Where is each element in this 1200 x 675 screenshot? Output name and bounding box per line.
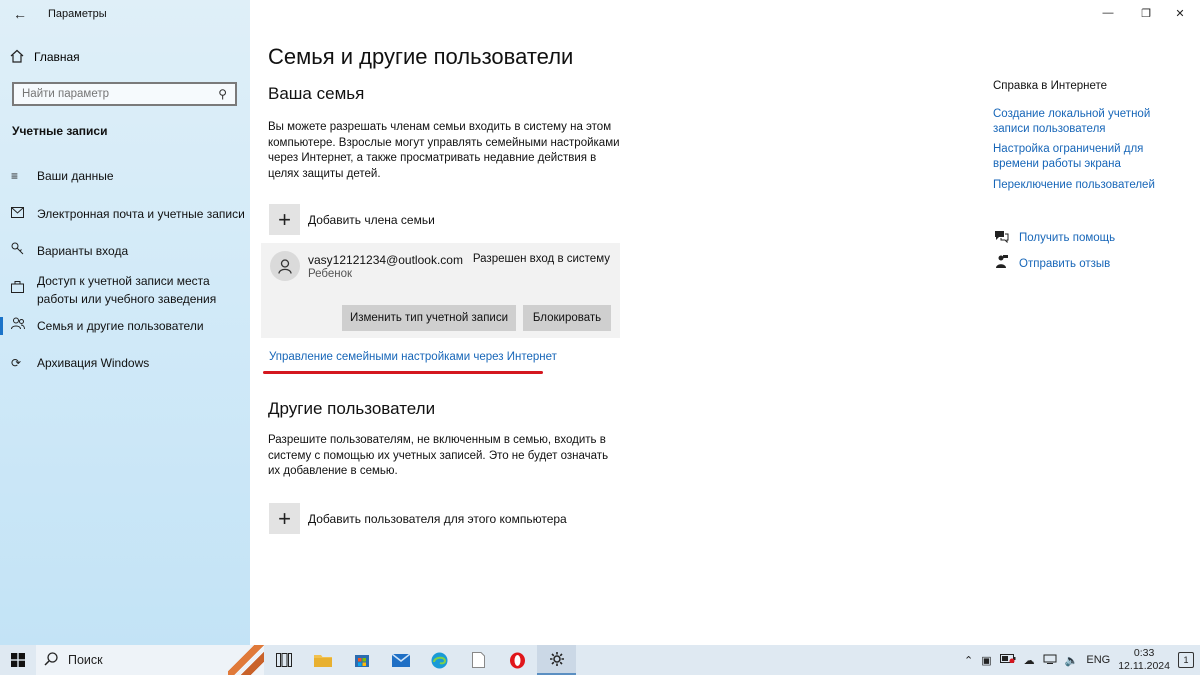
change-account-type-button[interactable]: Изменить тип учетной записи (342, 305, 516, 331)
home-icon (10, 49, 24, 66)
windows-start-icon[interactable] (0, 645, 36, 675)
other-users-description: Разрешите пользователям, не включенным в… (268, 434, 609, 477)
help-title: Справка в Интернете (993, 80, 1108, 92)
back-arrow-icon[interactable]: ← (8, 2, 32, 26)
minimize-icon[interactable]: — (1088, 0, 1128, 26)
sidebar-item-email-accounts[interactable]: Электронная почта и учетные записи (0, 205, 250, 223)
sidebar-item-your-info[interactable]: ≡ Ваши данные (0, 167, 250, 185)
member-status: Разрешен вход в систему (472, 253, 610, 265)
briefcase-icon (0, 272, 37, 298)
search-icon (44, 651, 58, 669)
language-indicator[interactable]: ENG (1086, 654, 1110, 666)
sidebar-item-backup[interactable]: ⟳ Архивация Windows (0, 354, 250, 372)
sidebar: ← Параметры Главная ⚲ Учетные записи ≡ В… (0, 0, 250, 645)
sidebar-item-label: Семья и другие пользователи (37, 319, 204, 333)
close-icon[interactable]: ✕ (1160, 0, 1200, 26)
mail-icon[interactable] (381, 645, 420, 675)
network-icon[interactable] (1043, 654, 1057, 667)
add-family-member-label: Добавить члена семьи (308, 212, 435, 227)
settings-search-box[interactable]: ⚲ (12, 82, 237, 106)
onedrive-cloud-icon[interactable]: ☁ (1024, 654, 1035, 667)
page-title: Семья и другие пользователи (268, 44, 574, 69)
member-role: Ребенок (308, 268, 353, 280)
clock-date: 12.11.2024 (1118, 660, 1170, 672)
camera-icon[interactable]: ▣ (981, 654, 991, 667)
task-view-icon[interactable] (264, 645, 303, 675)
volume-icon[interactable]: 🔈 (1065, 654, 1079, 667)
chat-help-icon (993, 230, 1009, 246)
battery-icon[interactable] (999, 654, 1016, 666)
opera-browser-icon[interactable] (498, 645, 537, 675)
key-icon (0, 242, 37, 260)
sidebar-item-label: Варианты входа (37, 244, 129, 258)
send-feedback-link[interactable]: Отправить отзыв (993, 255, 1110, 272)
add-other-user-label: Добавить пользователя для этого компьюте… (308, 511, 567, 526)
sidebar-item-work-access[interactable]: Доступ к учетной записи места работы или… (0, 272, 245, 308)
sidebar-item-label: Архивация Windows (37, 356, 150, 370)
taskbar-search[interactable]: Поиск (36, 645, 264, 675)
help-link-local-account[interactable]: Создание локальной учетной записи пользо… (993, 107, 1173, 137)
clock-time: 0:33 (1133, 647, 1155, 659)
window-title: Параметры (48, 8, 107, 20)
clock[interactable]: 0:33 12.11.2024 (1118, 647, 1170, 673)
manage-family-online-link[interactable]: Управление семейными настройками через И… (269, 351, 557, 363)
sidebar-item-label: Доступ к учетной записи места работы или… (37, 274, 217, 306)
add-other-user-button[interactable]: + Добавить пользователя для этого компью… (269, 503, 567, 534)
notification-count: 1 (1183, 655, 1189, 665)
help-link-screen-time[interactable]: Настройка ограничений для времени работы… (993, 142, 1173, 172)
avatar (270, 251, 300, 281)
sidebar-item-home[interactable]: Главная (10, 46, 80, 68)
family-heading: Ваша семья (268, 84, 365, 103)
user-list-icon: ≡ (11, 169, 19, 183)
store-icon[interactable] (342, 645, 381, 675)
search-icon[interactable]: ⚲ (218, 87, 227, 101)
family-member-card[interactable]: vasy12121234@outlook.com Ребенок Разреше… (261, 243, 620, 338)
chevron-up-icon[interactable]: ⌃ (964, 654, 973, 667)
plus-icon: + (269, 503, 300, 534)
feedback-icon (993, 255, 1009, 272)
plus-icon: + (269, 204, 300, 235)
sidebar-item-label: Главная (34, 50, 80, 64)
sidebar-item-sign-in-options[interactable]: Варианты входа (0, 242, 250, 260)
block-button[interactable]: Блокировать (523, 305, 611, 331)
get-help-link[interactable]: Получить помощь (993, 230, 1115, 246)
document-icon[interactable] (459, 645, 498, 675)
get-help-label: Получить помощь (1019, 232, 1116, 244)
search-input[interactable] (22, 88, 212, 100)
mail-icon (0, 205, 37, 223)
search-highlight-decoration (228, 645, 264, 675)
help-link-switch-users[interactable]: Переключение пользователей (993, 178, 1173, 193)
send-feedback-label: Отправить отзыв (1019, 257, 1111, 270)
settings-gear-icon[interactable] (537, 645, 576, 675)
edge-browser-icon[interactable] (420, 645, 459, 675)
system-tray: ⌃ ▣ ☁ 🔈 ENG 0:33 12.11.2024 1 (964, 647, 1200, 673)
member-email: vasy12121234@outlook.com (308, 253, 463, 267)
section-title: Учетные записи (12, 124, 108, 138)
family-description: Вы можете разрешать членам семьи входить… (268, 121, 620, 180)
sidebar-item-label: Ваши данные (37, 169, 114, 183)
highlight-underline (263, 371, 543, 374)
people-icon (0, 317, 37, 335)
sync-icon: ⟳ (11, 356, 22, 370)
sidebar-item-family[interactable]: Семья и другие пользователи (0, 317, 250, 335)
sidebar-item-label: Электронная почта и учетные записи (37, 207, 245, 221)
notification-center-icon[interactable]: 1 (1178, 652, 1194, 668)
other-users-heading: Другие пользователи (268, 399, 436, 418)
add-family-member-button[interactable]: + Добавить члена семьи (269, 204, 435, 235)
taskbar: Поиск ⌃ ▣ ☁ 🔈 ENG 0:33 12.11.2024 1 (0, 645, 1200, 675)
taskbar-search-label: Поиск (68, 653, 103, 667)
main-content: Семья и другие пользователи Ваша семья В… (250, 0, 1200, 645)
file-explorer-icon[interactable] (303, 645, 342, 675)
